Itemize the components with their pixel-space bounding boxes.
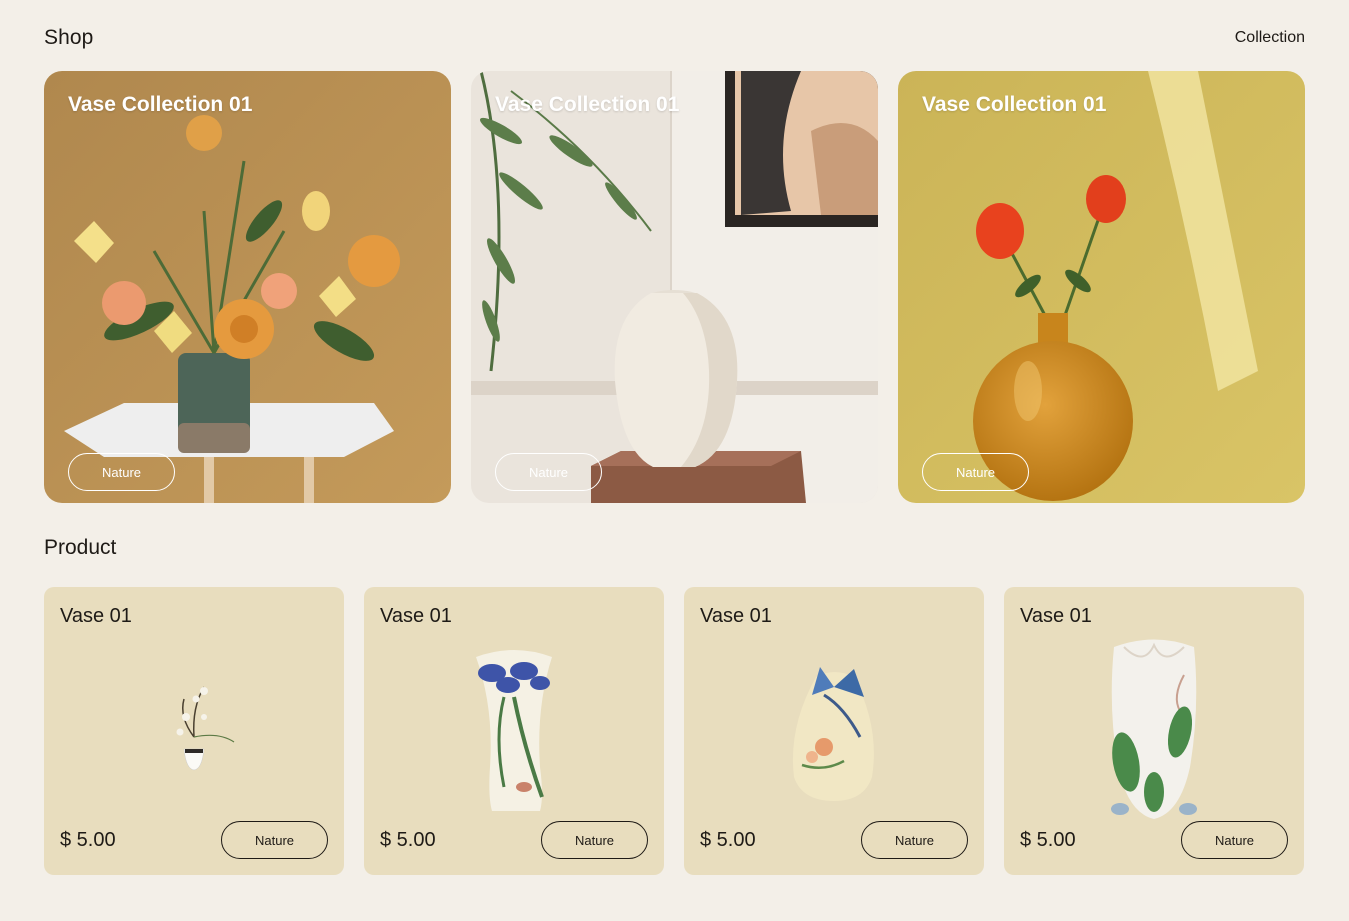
collections-row: Vase Collection 01 Nature Vase Collectio… xyxy=(44,71,1305,503)
white-vase-photo xyxy=(471,71,878,503)
product-price: $ 5.00 xyxy=(380,829,436,851)
nature-tag-button[interactable]: Nature xyxy=(495,453,602,491)
nature-tag-button[interactable]: Nature xyxy=(1181,821,1288,859)
page-title: Shop xyxy=(44,26,94,49)
product-card[interactable]: Vase 01 $ 5.00 Nature xyxy=(44,587,344,875)
collection-card[interactable]: Vase Collection 01 Nature xyxy=(898,71,1305,503)
page-header: Shop Collection xyxy=(44,24,1305,52)
nature-tag-button[interactable]: Nature xyxy=(221,821,328,859)
product-price: $ 5.00 xyxy=(700,829,756,851)
nature-tag-button[interactable]: Nature xyxy=(541,821,648,859)
nature-tag-button[interactable]: Nature xyxy=(922,453,1029,491)
collection-link[interactable]: Collection xyxy=(1235,29,1305,47)
product-price: $ 5.00 xyxy=(60,829,116,851)
product-card[interactable]: Vase 01 $ 5.00 Nature xyxy=(684,587,984,875)
collection-card[interactable]: Vase Collection 01 Nature xyxy=(44,71,451,503)
collection-title: Vase Collection 01 xyxy=(68,93,253,116)
orange-flowers-vase-photo xyxy=(44,71,451,503)
product-price: $ 5.00 xyxy=(1020,829,1076,851)
nature-tag-button[interactable]: Nature xyxy=(861,821,968,859)
nature-tag-button[interactable]: Nature xyxy=(68,453,175,491)
collection-title: Vase Collection 01 xyxy=(922,93,1107,116)
product-card[interactable]: Vase 01 $ 5.00 Nature xyxy=(364,587,664,875)
product-section-title: Product xyxy=(44,536,117,559)
collection-card[interactable]: Vase Collection 01 Nature xyxy=(471,71,878,503)
products-row: Vase 01 $ 5.00 Nature Vase 01 $ 5.00 Nat… xyxy=(44,587,1304,875)
collection-title: Vase Collection 01 xyxy=(495,93,680,116)
product-card[interactable]: Vase 01 $ 5.00 Nature xyxy=(1004,587,1304,875)
amber-glass-vase-roses-photo xyxy=(898,71,1305,503)
